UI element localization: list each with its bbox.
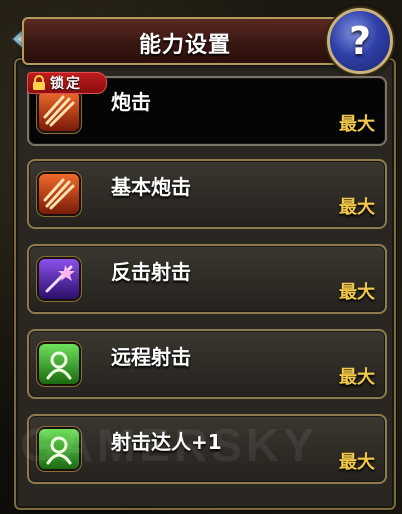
page-title: 能力设置 xyxy=(138,33,231,58)
ability-row[interactable]: 基本炮击 最大 xyxy=(27,159,387,229)
help-icon: ? xyxy=(348,19,372,63)
ability-name: 炮击 xyxy=(111,90,151,114)
ability-level: 最大 xyxy=(339,282,375,303)
ability-level: 最大 xyxy=(339,114,375,135)
ability-name: 反击射击 xyxy=(111,260,191,284)
fire-claw-icon xyxy=(39,174,79,214)
green-emblem-icon xyxy=(39,429,79,469)
ability-row[interactable]: 射击达人+1 最大 xyxy=(27,414,387,484)
lock-icon xyxy=(33,75,45,90)
ability-level: 最大 xyxy=(339,367,375,388)
purple-burst-icon xyxy=(39,259,79,299)
fire-claw-icon xyxy=(39,91,79,131)
ability-level: 最大 xyxy=(339,197,375,218)
green-emblem-icon xyxy=(39,344,79,384)
lock-label: 锁定 xyxy=(50,76,82,92)
ability-row[interactable]: 反击射击 最大 xyxy=(27,244,387,314)
ability-level: 最大 xyxy=(339,452,375,473)
ability-row[interactable]: 远程射击 最大 xyxy=(27,329,387,399)
ability-name: 基本炮击 xyxy=(111,175,191,199)
help-button[interactable]: ? xyxy=(327,8,393,74)
lock-badge: 锁定 xyxy=(27,72,107,94)
title-bar: 能力设置 xyxy=(22,17,348,65)
ability-name: 射击达人+1 xyxy=(111,430,222,454)
ability-name: 远程射击 xyxy=(111,345,191,369)
